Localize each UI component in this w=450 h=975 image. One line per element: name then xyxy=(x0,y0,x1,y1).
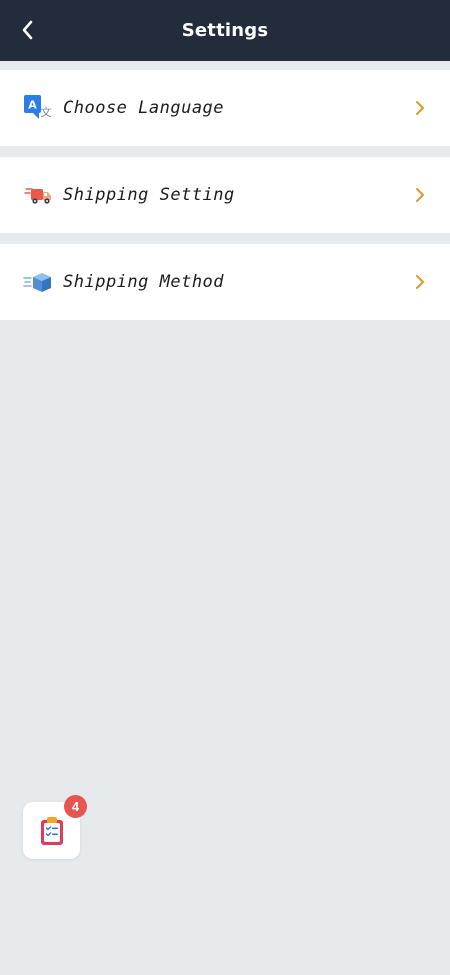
chevron-right-icon xyxy=(412,98,428,118)
menu-item-shipping-method[interactable]: Shipping Method xyxy=(0,244,450,320)
page-title: Settings xyxy=(181,20,269,41)
top-bar: Settings xyxy=(0,0,450,61)
menu-item-choose-language[interactable]: A 文 Choose Language xyxy=(0,70,450,146)
svg-text:文: 文 xyxy=(41,105,52,119)
chevron-left-icon xyxy=(22,20,33,40)
menu-item-label: Choose Language xyxy=(63,98,225,118)
translate-icon: A 文 xyxy=(22,92,54,124)
task-list-button[interactable]: 4 xyxy=(23,795,87,859)
chevron-right-icon xyxy=(412,272,428,292)
menu-item-label: Shipping Method xyxy=(63,272,225,292)
delivery-truck-icon xyxy=(22,179,54,211)
settings-menu: A 文 Choose Language Shipping Setting Shi… xyxy=(0,70,450,320)
notification-badge: 4 xyxy=(64,795,87,818)
chevron-right-icon xyxy=(412,185,428,205)
fast-box-icon xyxy=(22,266,54,298)
back-button[interactable] xyxy=(14,16,42,44)
svg-text:A: A xyxy=(28,99,37,112)
clipboard-checklist-icon xyxy=(40,816,63,845)
menu-item-label: Shipping Setting xyxy=(63,185,235,205)
menu-item-shipping-setting[interactable]: Shipping Setting xyxy=(0,157,450,233)
